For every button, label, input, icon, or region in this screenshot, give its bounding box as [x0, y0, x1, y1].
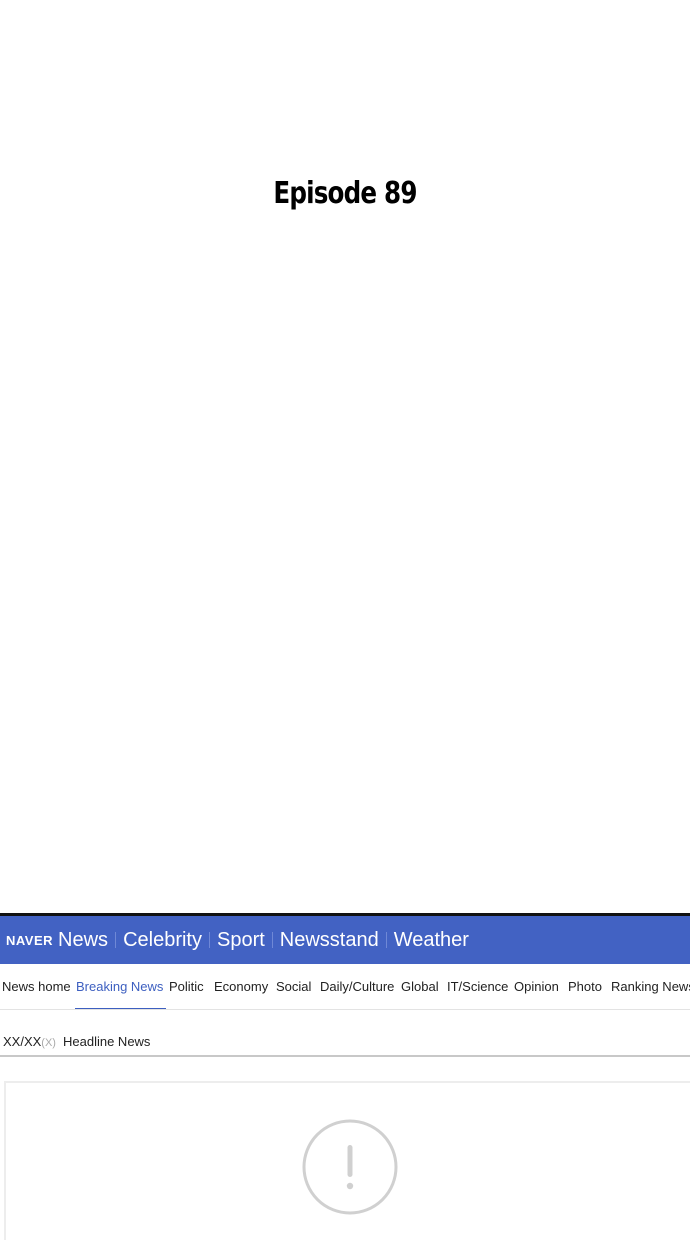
- date-label: XX/XX(X): [3, 1034, 56, 1049]
- topnav-newsstand[interactable]: Newsstand: [280, 929, 379, 952]
- exclamation-circle-icon: [302, 1119, 398, 1215]
- tab-it-science[interactable]: IT/Science: [447, 979, 508, 994]
- tab-global[interactable]: Global: [401, 979, 439, 994]
- page: Episode 89 NAVER News Celebrity Sport Ne…: [0, 0, 690, 1240]
- tab-social[interactable]: Social: [276, 979, 311, 994]
- headline-news-label: Headline News: [63, 1034, 151, 1049]
- topnav-news[interactable]: News: [58, 929, 108, 952]
- news-panel: NAVER News Celebrity Sport Newsstand Wea…: [0, 913, 690, 1240]
- date-value: XX/XX: [3, 1034, 42, 1049]
- weekday-suffix: (X): [41, 1037, 56, 1049]
- naver-logo[interactable]: NAVER: [6, 933, 53, 948]
- episode-title: Episode 89: [273, 176, 417, 211]
- topnav-divider: [271, 932, 273, 948]
- news-topbar: NAVER News Celebrity Sport Newsstand Wea…: [0, 913, 690, 964]
- section-nav: News home Breaking News Politic Economy …: [0, 964, 690, 1010]
- topnav-sport[interactable]: Sport: [217, 929, 265, 952]
- tab-economy[interactable]: Economy: [214, 979, 268, 994]
- tab-daily-culture[interactable]: Daily/Culture: [320, 979, 394, 994]
- topnav-celebrity[interactable]: Celebrity: [123, 929, 202, 952]
- tab-politic[interactable]: Politic: [169, 979, 204, 994]
- tab-breaking-news[interactable]: Breaking News: [76, 979, 163, 994]
- tab-ranking-news[interactable]: Ranking News: [611, 979, 690, 994]
- topnav-divider: [385, 932, 387, 948]
- topnav-divider: [208, 932, 210, 948]
- tab-news-home[interactable]: News home: [2, 979, 71, 994]
- tab-opinion[interactable]: Opinion: [514, 979, 559, 994]
- headline-row: XX/XX(X) Headline News: [0, 1010, 690, 1057]
- topnav-weather[interactable]: Weather: [394, 929, 469, 952]
- topnav-divider: [115, 932, 117, 948]
- tab-photo[interactable]: Photo: [568, 979, 602, 994]
